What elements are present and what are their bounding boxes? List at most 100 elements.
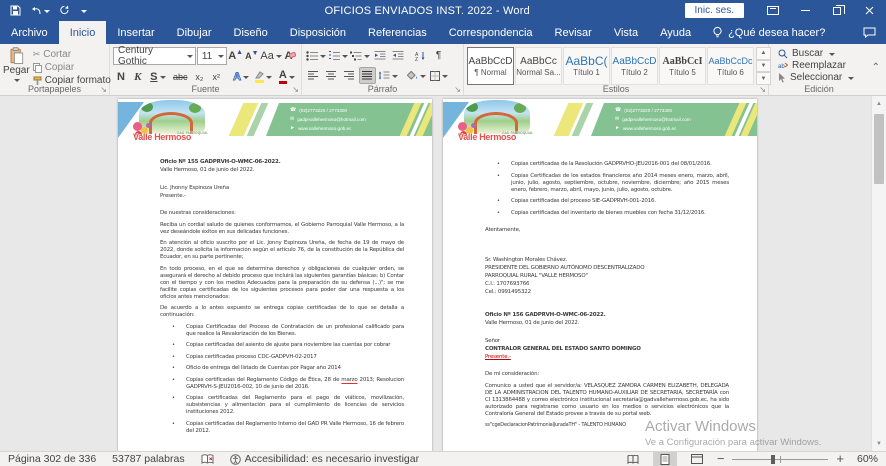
style-normal[interactable]: AaBbCcD ¶ Normal <box>467 47 514 85</box>
change-case-button[interactable]: Aa <box>260 48 281 65</box>
justify-button[interactable] <box>359 67 376 84</box>
tab-archivo[interactable]: Archivo <box>0 21 59 44</box>
style-titulo-5[interactable]: AaBbCcI Título 5 <box>659 47 706 85</box>
font-name-combobox[interactable]: Century Gothic <box>113 47 196 65</box>
letterhead-web: www.vallehermoso.gob.ec <box>623 124 676 133</box>
proofing-icon[interactable] <box>201 454 214 465</box>
tell-me-box[interactable]: ¿Qué desea hacer? <box>702 21 835 44</box>
scroll-down-icon[interactable]: ▼ <box>872 436 886 451</box>
feedback-icon[interactable] <box>863 21 886 44</box>
tab-revisar[interactable]: Revisar <box>544 21 603 44</box>
zoom-slider-thumb[interactable] <box>771 455 775 464</box>
group-editing: Buscar ab Reemplazar Seleccionar Edición <box>769 44 869 95</box>
letterhead-phone: (02)2773220 / 2773300 <box>299 106 347 115</box>
select-button[interactable]: Seleccionar <box>778 72 854 83</box>
font-color-button[interactable]: A <box>276 68 298 85</box>
find-button[interactable]: Buscar <box>778 48 854 59</box>
vertical-scrollbar[interactable]: ▲ ▼ <box>871 96 886 451</box>
align-center-button[interactable] <box>323 67 340 84</box>
lightbulb-icon <box>712 26 723 39</box>
superscript-button[interactable]: x² <box>208 68 224 85</box>
doc-paragraph: Cel.: 0991495322 <box>485 289 729 296</box>
ribbon-display-options-icon[interactable] <box>758 0 788 21</box>
text-effects-button[interactable]: A <box>231 68 251 85</box>
collapse-ribbon-icon[interactable]: ⌃ <box>872 62 880 73</box>
scrollbar-thumb[interactable] <box>874 114 884 184</box>
highlight-button[interactable] <box>252 68 274 85</box>
mail-icon: ✉ <box>615 115 619 124</box>
font-size-combobox[interactable]: 11 <box>197 47 227 65</box>
print-layout-button[interactable] <box>653 452 677 466</box>
mail-icon: ✉ <box>290 115 294 124</box>
restore-button[interactable] <box>822 0 852 21</box>
align-right-button[interactable] <box>341 67 358 84</box>
clear-formatting-button[interactable]: A <box>283 48 298 65</box>
tab-diseno[interactable]: Diseño <box>223 21 279 44</box>
zoom-out-button[interactable]: − <box>717 454 725 464</box>
multilevel-list-button[interactable] <box>349 47 370 64</box>
zoom-in-button[interactable]: + <box>836 454 844 464</box>
tab-vista[interactable]: Vista <box>603 21 649 44</box>
style-titulo-6[interactable]: AaBbCcDc Título 6 <box>707 47 754 85</box>
cut-button[interactable]: ✂Cortar <box>30 48 114 61</box>
strikethrough-button[interactable]: abc <box>170 68 190 85</box>
customize-quick-access-icon[interactable] <box>79 8 87 14</box>
shading-button[interactable] <box>405 67 427 84</box>
replace-button[interactable]: ab Reemplazar <box>778 60 854 71</box>
word-count[interactable]: 53787 palabras <box>112 453 184 465</box>
zoom-slider[interactable] <box>732 459 828 460</box>
accessibility-status[interactable]: Accesibilidad: es necesario investigar <box>230 453 420 465</box>
paragraph-dialog-launcher-icon[interactable]: ↘ <box>454 86 461 94</box>
style-titulo-1[interactable]: AaBbC( Título 1 <box>563 47 610 85</box>
italic-button[interactable]: K <box>130 68 146 85</box>
subscript-button[interactable]: x₂ <box>191 68 207 85</box>
close-button[interactable] <box>854 0 884 21</box>
tab-correspondencia[interactable]: Correspondencia <box>438 21 544 44</box>
document-page-left[interactable]: GAD PARROQUIAL Valle Hermoso ☎(02)277322… <box>118 99 432 451</box>
tab-insertar[interactable]: Insertar <box>106 21 165 44</box>
doc-paragraph: Comunico a usted que el servidor/a: VELA… <box>485 383 729 418</box>
undo-icon[interactable] <box>30 6 50 16</box>
copy-button[interactable]: Copiar <box>30 61 114 74</box>
style-titulo-2[interactable]: AaBbCcD Título 2 <box>611 47 658 85</box>
tab-inicio[interactable]: Inicio <box>59 21 107 44</box>
decrease-indent-button[interactable] <box>371 47 388 64</box>
font-dialog-launcher-icon[interactable]: ↘ <box>292 86 299 94</box>
borders-icon <box>430 71 440 81</box>
grow-font-button[interactable]: A▲ <box>228 48 243 65</box>
align-left-button[interactable] <box>305 67 322 84</box>
show-hide-marks-button[interactable]: ¶ <box>430 47 447 64</box>
font-color-icon: A <box>279 70 287 84</box>
minimize-button[interactable] <box>790 0 820 21</box>
web-layout-button[interactable] <box>685 452 709 466</box>
tab-disposicion[interactable]: Disposición <box>279 21 357 44</box>
numbering-button[interactable] <box>327 47 348 64</box>
styles-dialog-launcher-icon[interactable]: ↘ <box>759 86 766 94</box>
zoom-level[interactable]: 60% <box>852 453 878 465</box>
sort-button[interactable]: AZ <box>412 47 429 64</box>
doc-paragraph: ss"cgeDeclaracionPatrimonialJuradaTH" - … <box>485 422 729 429</box>
bold-button[interactable]: N <box>113 68 129 85</box>
underline-button[interactable]: S <box>147 68 169 85</box>
document-page-right[interactable]: GAD PARROQUIAL Valle Hermoso ☎(02)277322… <box>443 99 757 451</box>
page-indicator[interactable]: Página 302 de 336 <box>8 453 96 465</box>
read-mode-button[interactable] <box>621 452 645 466</box>
tab-dibujar[interactable]: Dibujar <box>166 21 223 44</box>
paste-button[interactable]: Pegar <box>3 46 30 83</box>
tab-ayuda[interactable]: Ayuda <box>649 21 702 44</box>
borders-button[interactable] <box>428 67 450 84</box>
group-font: Century Gothic 11 A▲ A▼ Aa A N K S abc x… <box>110 44 302 95</box>
logo-brand-text: Valle Hermoso <box>458 132 516 142</box>
style-normal-sa[interactable]: AaBbCc Normal Sa... <box>515 47 562 85</box>
redo-icon[interactable] <box>59 5 70 16</box>
save-icon[interactable] <box>10 5 21 16</box>
clipboard-dialog-launcher-icon[interactable]: ↘ <box>100 86 107 94</box>
doc-paragraph: Valle Hermoso, 01 de junio del 2022. <box>485 320 729 327</box>
line-spacing-button[interactable] <box>377 67 399 84</box>
tab-referencias[interactable]: Referencias <box>357 21 438 44</box>
increase-indent-button[interactable] <box>389 47 406 64</box>
bullets-button[interactable] <box>305 47 326 64</box>
sign-in-button[interactable]: Inic. ses. <box>685 3 744 18</box>
shrink-font-button[interactable]: A▼ <box>244 48 259 65</box>
scroll-up-icon[interactable]: ▲ <box>872 96 886 111</box>
